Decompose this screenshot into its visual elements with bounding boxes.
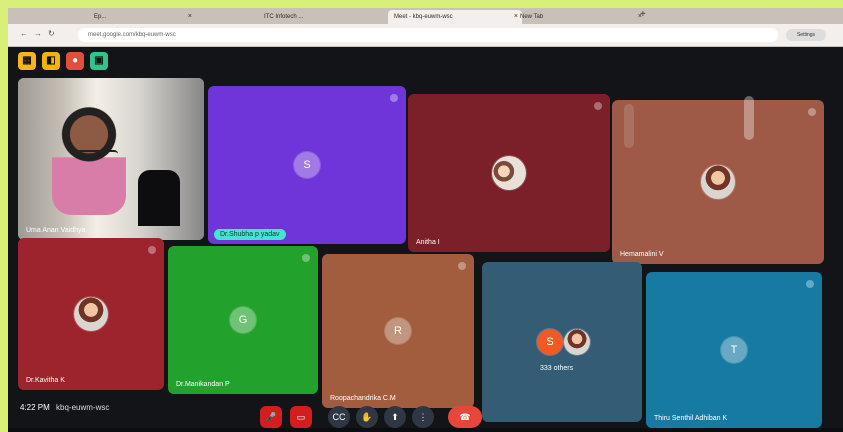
mic-off-icon bbox=[806, 280, 814, 288]
forward-icon[interactable]: → bbox=[34, 29, 42, 38]
participant-avatar: T bbox=[721, 337, 747, 363]
participant-tile-senthil[interactable]: T Thiru Senthil Adhiban K bbox=[646, 272, 822, 428]
leave-call-button[interactable]: ☎ bbox=[448, 406, 482, 428]
mic-off-icon bbox=[594, 102, 602, 110]
browser-tab-active[interactable]: Meet - kbq-euwm-wsc × bbox=[388, 10, 522, 24]
participant-tile-hemamalini[interactable]: Hemamalini V bbox=[612, 100, 824, 264]
tab-close-icon[interactable]: × bbox=[188, 10, 192, 24]
captions-icon[interactable]: CC bbox=[328, 406, 350, 428]
whiteboard-icon[interactable]: ◧ bbox=[42, 52, 60, 70]
mic-off-icon bbox=[808, 108, 816, 116]
address-bar[interactable]: meet.google.com/kbq-euwm-wsc bbox=[78, 28, 778, 42]
browser-tab-1[interactable]: Ep... × bbox=[88, 10, 196, 24]
browser-tab-strip: Ep... × ITC Infotech ...× Meet - kbq-euwm… bbox=[8, 8, 843, 24]
participant-tile-others[interactable]: S 333 others bbox=[482, 262, 642, 422]
taskbar-strip bbox=[8, 428, 843, 432]
active-speaker-name: Dr.Shubha p yadav bbox=[214, 229, 286, 240]
screen-reflection bbox=[744, 96, 754, 140]
mic-off-icon bbox=[458, 262, 466, 270]
participant-name: Thiru Senthil Adhiban K bbox=[654, 415, 728, 422]
mic-off-icon bbox=[302, 254, 310, 262]
participant-name: Hemamalini V bbox=[620, 251, 664, 258]
browser-tab-2[interactable]: ITC Infotech ...× bbox=[258, 10, 396, 24]
recording-icon[interactable]: ● bbox=[66, 52, 84, 70]
meeting-time: 4:22 PM bbox=[20, 403, 50, 412]
mic-off-icon bbox=[390, 94, 398, 102]
participant-name: Uma Anan Vaidhya bbox=[26, 227, 86, 234]
participant-avatar-photo bbox=[492, 156, 526, 190]
mic-off-icon bbox=[148, 246, 156, 254]
participant-avatar: R bbox=[385, 318, 411, 344]
raise-hand-icon[interactable]: ✋ bbox=[356, 406, 378, 428]
participant-tile-roopachandrika[interactable]: R Roopachandrika C.M bbox=[322, 254, 474, 408]
participant-tile-shubha[interactable]: S Dr.Shubha p yadav bbox=[208, 86, 406, 244]
browser-tab-new-label: New Tab bbox=[520, 14, 544, 20]
participant-avatar: S bbox=[537, 329, 563, 355]
browser-toolbar: ← → ↻ meet.google.com/kbq-euwm-wsc Setti… bbox=[8, 24, 843, 47]
computer-screen: Ep... × ITC Infotech ...× Meet - kbq-euwm… bbox=[8, 8, 843, 432]
participant-name: Dr.Kavitha K bbox=[26, 377, 65, 384]
mic-icon[interactable]: 🎤 bbox=[260, 406, 282, 428]
screen-reflection bbox=[624, 104, 634, 148]
glasses-icon bbox=[76, 150, 118, 160]
participant-avatar-photo bbox=[74, 297, 108, 331]
activities-icon[interactable]: ▣ bbox=[90, 52, 108, 70]
camera-icon[interactable]: ▭ bbox=[290, 406, 312, 428]
notes-icon[interactable]: ▦ bbox=[18, 52, 36, 70]
browser-tab-new[interactable]: New Tab × bbox=[514, 10, 646, 24]
present-icon[interactable]: ⬆ bbox=[384, 406, 406, 428]
browser-tab-1-label: Ep... bbox=[94, 14, 107, 20]
participant-name: Dr.Manikandan P bbox=[176, 381, 230, 388]
participant-tile-manikandan[interactable]: G Dr.Manikandan P bbox=[168, 246, 318, 394]
participant-name: 333 others bbox=[540, 365, 574, 372]
participant-tile-uma[interactable]: Uma Anan Vaidhya bbox=[18, 78, 204, 240]
participant-tile-kavitha[interactable]: Dr.Kavitha K bbox=[18, 238, 164, 390]
participant-tile-anitha[interactable]: Anitha I bbox=[408, 94, 610, 252]
more-options-icon[interactable]: ⋮ bbox=[412, 406, 434, 428]
participant-avatar-photo bbox=[564, 329, 590, 355]
meeting-code: kbq-euwm-wsc bbox=[56, 403, 110, 412]
profile-button[interactable]: Settings bbox=[786, 29, 826, 41]
back-icon[interactable]: ← bbox=[20, 29, 28, 38]
participant-avatar: S bbox=[294, 152, 320, 178]
new-tab-icon[interactable]: + bbox=[640, 9, 646, 20]
browser-tab-2-label: ITC Infotech ... bbox=[264, 14, 304, 20]
participant-avatar: G bbox=[230, 307, 256, 333]
participant-name: Anitha I bbox=[416, 239, 440, 246]
chair-shape bbox=[138, 170, 180, 226]
participant-avatar-photo bbox=[701, 165, 735, 199]
participant-name: Roopachandrika C.M bbox=[330, 395, 396, 402]
reload-icon[interactable]: ↻ bbox=[48, 29, 55, 38]
browser-tab-active-label: Meet - kbq-euwm-wsc bbox=[394, 14, 453, 20]
